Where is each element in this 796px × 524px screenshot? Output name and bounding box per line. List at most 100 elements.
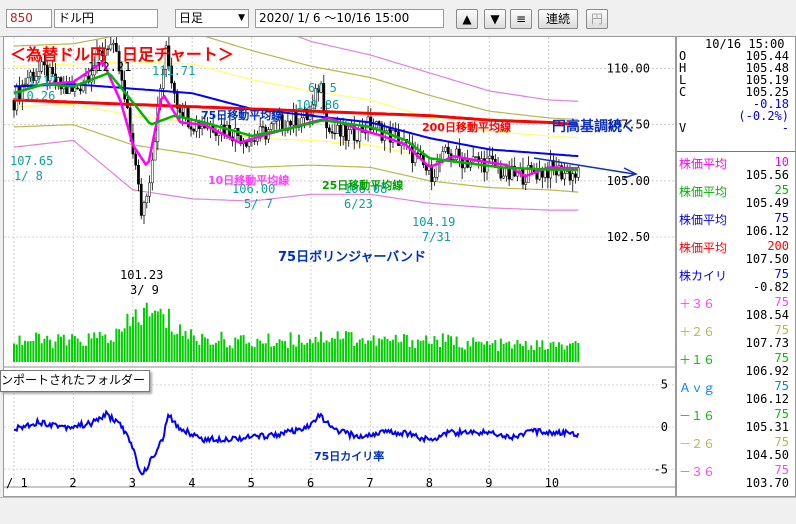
indicator-label: 株価平均 xyxy=(679,241,728,255)
volume-bar xyxy=(516,340,519,362)
candle-body xyxy=(488,155,492,159)
volume-bar xyxy=(242,335,245,362)
volume-bar xyxy=(397,342,400,362)
volume-bar xyxy=(408,346,411,362)
period-label: 日足 xyxy=(179,11,204,25)
volume-bar xyxy=(195,340,198,362)
volume-bar xyxy=(118,329,121,362)
folder-tooltip: ンポートされたフォルダー xyxy=(0,370,151,392)
kairi-tick: 0 xyxy=(661,420,668,434)
volume-bar xyxy=(466,341,469,362)
side-divider xyxy=(677,151,795,152)
volume-bar xyxy=(248,342,251,362)
volume-bar xyxy=(148,316,151,362)
volume-bar xyxy=(286,347,289,362)
indicator-param: 75 xyxy=(774,267,789,281)
candle-body xyxy=(535,173,539,180)
list-button[interactable]: ≡ xyxy=(510,9,532,29)
candle-body xyxy=(491,155,494,160)
volume-bar xyxy=(101,335,104,362)
candle-body xyxy=(344,124,348,141)
volume-bar xyxy=(225,347,228,362)
volume-bar xyxy=(350,332,353,362)
candle-body xyxy=(269,123,273,130)
indicator-row: 株価平均 10 105.56 xyxy=(679,155,789,182)
volume-bar xyxy=(557,342,560,362)
volume-bar xyxy=(458,347,461,362)
volume-bar xyxy=(317,341,320,362)
volume-bar xyxy=(303,344,306,362)
volume-bar xyxy=(474,341,477,362)
volume-bar xyxy=(90,338,93,362)
date-range-field[interactable]: 2020/ 1/ 6 〜10/16 15:00 xyxy=(255,9,444,28)
volume-bar xyxy=(433,336,436,362)
candle-body xyxy=(289,120,292,126)
indicator-value: 108.54 xyxy=(745,308,789,322)
volume-bar xyxy=(306,342,309,362)
indicator-row: 株カイリ 75 -0.82 xyxy=(679,267,789,294)
indicator-row: 株価平均 75 106.12 xyxy=(679,211,789,238)
volume-bar xyxy=(24,340,27,362)
indicator-value: 105.49 xyxy=(745,196,789,210)
volume-bar xyxy=(68,339,71,362)
volume-bar xyxy=(533,349,536,362)
indicator-param: 75 xyxy=(774,351,789,365)
indicator-row: Ａｖｇ 75 106.12 xyxy=(679,379,789,406)
indicator-row: ＋１６ 75 106.92 xyxy=(679,351,789,378)
volume-bar xyxy=(284,341,287,362)
volume-bar xyxy=(427,343,430,362)
indicator-label: －３６ xyxy=(679,465,716,479)
volume-bar xyxy=(123,328,126,362)
volume-bar xyxy=(422,340,425,362)
annotation-107-65: 107.65 xyxy=(10,154,53,168)
volume-bar xyxy=(527,349,530,362)
volume-bar xyxy=(325,340,328,362)
volume-bar xyxy=(181,335,184,362)
band-minus3 xyxy=(13,139,579,211)
volume-bar xyxy=(491,343,494,362)
candle-body xyxy=(574,173,577,178)
volume-bar xyxy=(32,340,35,362)
annotation-6-23: 6/23 xyxy=(344,197,373,211)
chevron-down-icon: ▼ xyxy=(238,13,245,23)
indicator-row: ＋２６ 75 107.73 xyxy=(679,323,789,350)
volume-bar xyxy=(151,312,154,362)
volume-bar xyxy=(159,308,162,362)
indicator-param: 75 xyxy=(774,379,789,393)
kairi-y-ticks: 5 0 -5 xyxy=(654,378,668,477)
volume-bar xyxy=(62,334,65,362)
candle-body xyxy=(178,107,182,113)
volume-bar xyxy=(444,341,447,362)
candle-body xyxy=(330,131,334,134)
volume-bar xyxy=(472,337,475,362)
volume-bar xyxy=(480,342,483,362)
volume-bar xyxy=(378,338,381,362)
yen-button[interactable]: 円 xyxy=(586,9,608,29)
volume-bar xyxy=(275,342,278,362)
indicator-param: 75 xyxy=(774,435,789,449)
continuous-button[interactable]: 連続 xyxy=(538,9,578,29)
scroll-down-button[interactable]: ▼ xyxy=(484,9,506,29)
symbol-name-field[interactable]: ドル円 xyxy=(54,9,158,28)
month-tick: 8 xyxy=(426,476,433,490)
volume-bar xyxy=(220,331,223,362)
candle-body xyxy=(444,146,447,152)
volume-bar xyxy=(109,340,112,362)
volume-bar xyxy=(143,307,146,362)
volume-bar xyxy=(308,339,311,362)
volume-bar xyxy=(524,341,527,362)
volume-bar xyxy=(154,310,157,362)
volume-bar xyxy=(167,308,170,362)
indicator-label: Ａｖｇ xyxy=(679,381,716,395)
candle-body xyxy=(339,124,342,137)
volume-bar xyxy=(203,337,206,362)
volume-bar xyxy=(217,340,220,362)
scroll-up-button[interactable]: ▲ xyxy=(456,9,478,29)
code-field[interactable]: 850 xyxy=(6,9,52,28)
indicator-row: －３６ 75 103.70 xyxy=(679,463,789,490)
volume-bar xyxy=(134,309,137,362)
period-select[interactable]: 日足 ▼ xyxy=(175,9,249,28)
candle-body xyxy=(250,140,254,143)
volume-bar xyxy=(176,333,179,362)
candle-body xyxy=(76,87,79,90)
